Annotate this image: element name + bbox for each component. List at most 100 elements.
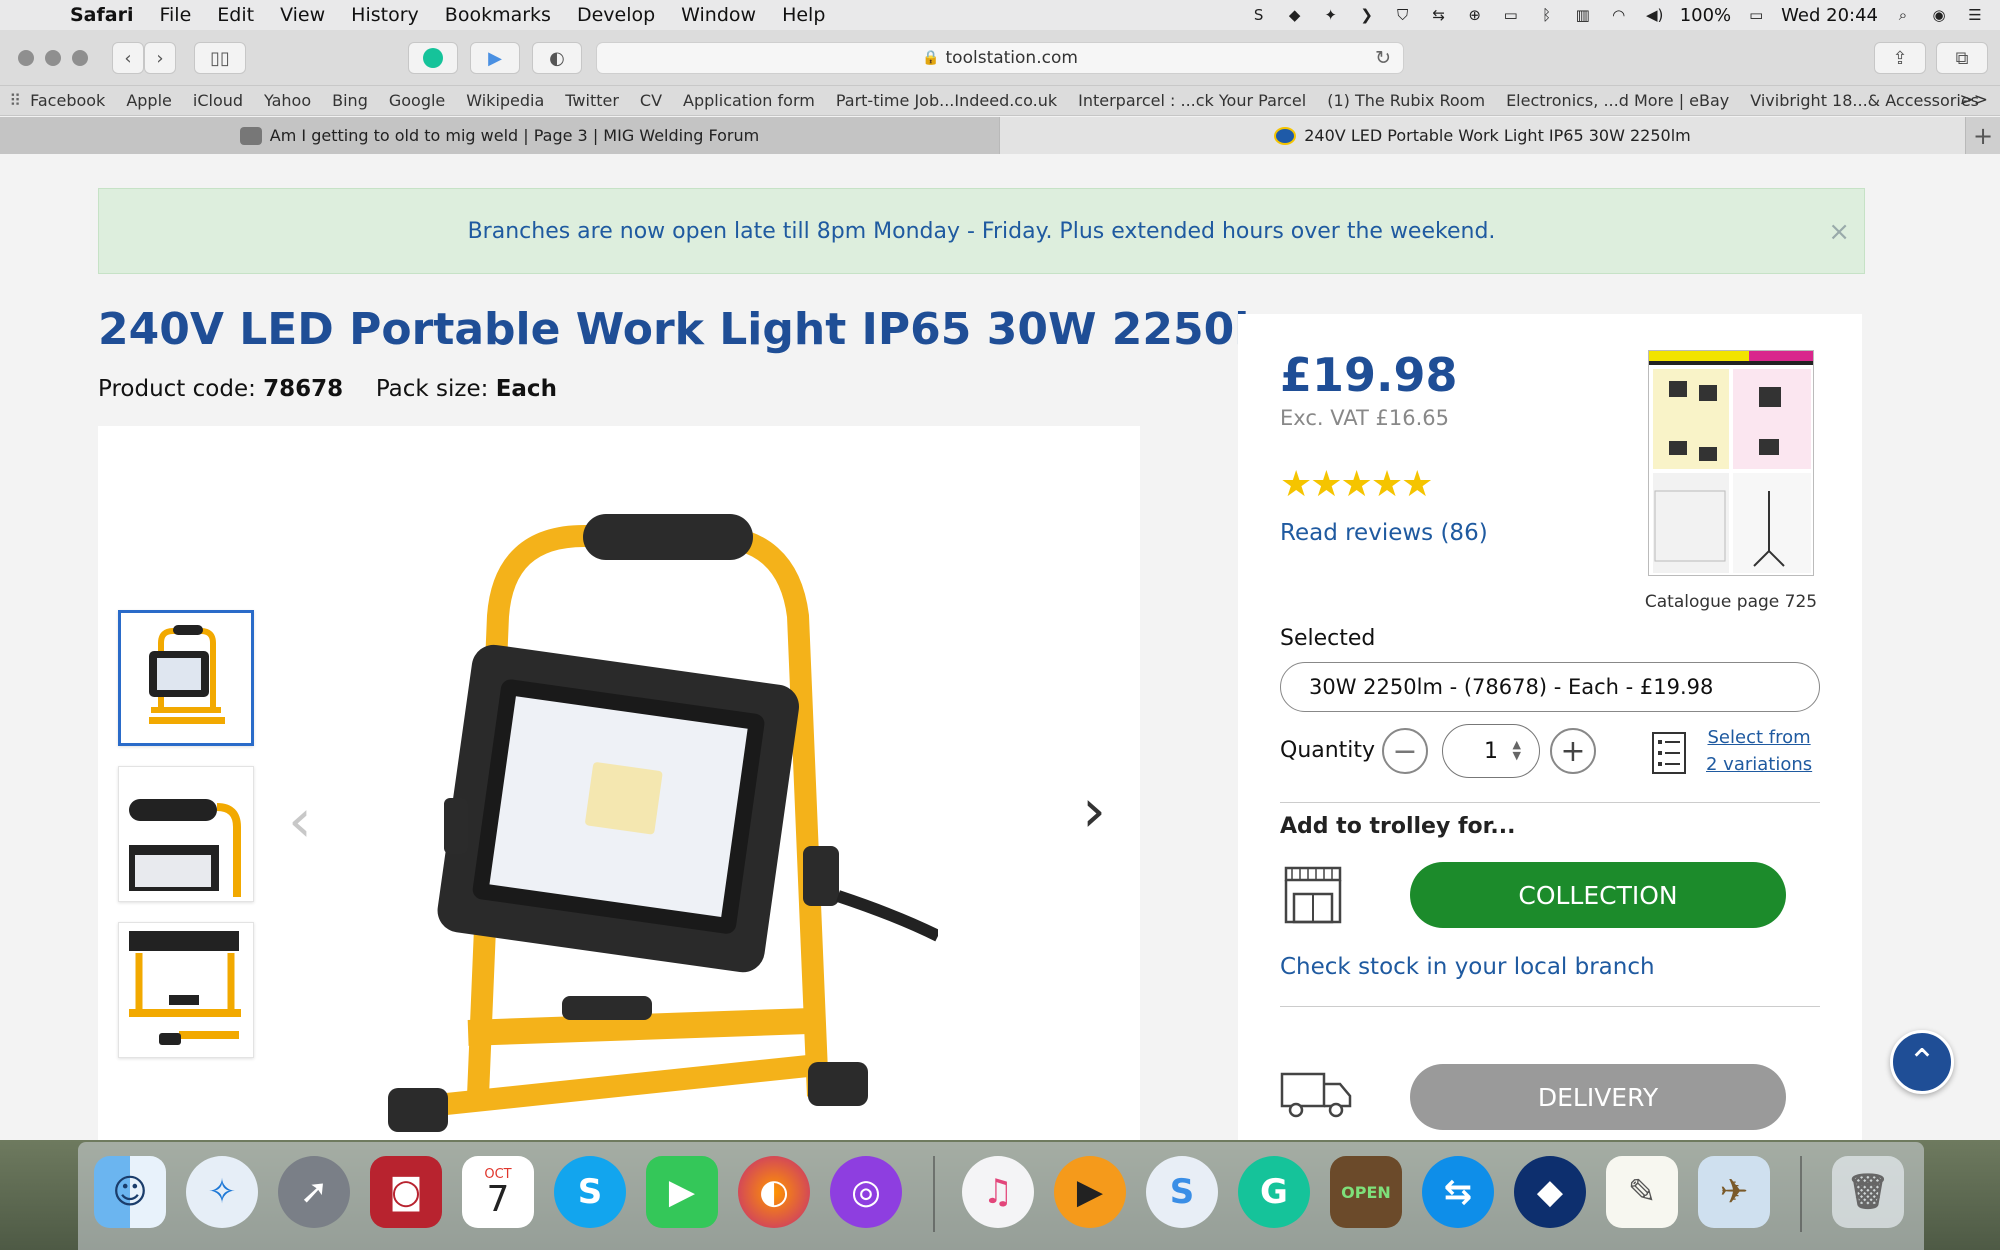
infuse-icon[interactable]: ▶ [1054, 1156, 1126, 1228]
tab-overview-icon[interactable]: ⧉ [1936, 42, 1988, 74]
tab-mig-welding-forum[interactable]: Am I getting to old to mig weld | Page 3… [0, 117, 1000, 154]
bluetooth-icon[interactable]: ᛒ [1536, 5, 1558, 25]
menu-edit[interactable]: Edit [217, 4, 254, 26]
finder-icon[interactable]: ☺ [94, 1156, 166, 1228]
menu-develop[interactable]: Develop [577, 4, 655, 26]
menu-file[interactable]: File [159, 4, 191, 26]
skype-status-icon[interactable]: S [1248, 5, 1270, 25]
bookmark-vivibright[interactable]: Vivibright 18...& Accessories [1750, 91, 1979, 110]
calendar-icon[interactable]: OCT 7 [462, 1156, 534, 1228]
launchpad-icon[interactable]: ➚ [278, 1156, 350, 1228]
simplenote-icon[interactable]: S [1146, 1156, 1218, 1228]
wifi-icon[interactable]: ◠ [1608, 5, 1630, 25]
spinner-arrows-icon[interactable]: ▲ ▼ [1513, 739, 1521, 761]
bookmark-interparcel[interactable]: Interparcel : ...ck Your Parcel [1078, 91, 1306, 110]
grammarly-extension-icon[interactable] [408, 42, 458, 74]
open-sign-icon[interactable]: OPEN [1330, 1156, 1402, 1228]
bookmarks-overflow-button[interactable]: >> [1960, 90, 1989, 110]
bookmark-rubix-room[interactable]: (1) The Rubix Room [1327, 91, 1485, 110]
menu-help[interactable]: Help [782, 4, 825, 26]
trash-icon[interactable]: 🗑 [1832, 1156, 1904, 1228]
check-stock-link[interactable]: Check stock in your local branch [1280, 954, 1655, 980]
forward-button[interactable]: › [144, 42, 176, 74]
product-main-image [388, 514, 938, 1132]
airplay-icon[interactable]: ▭ [1500, 5, 1522, 25]
menu-window[interactable]: Window [681, 4, 756, 26]
drive-status-icon[interactable]: ✦ [1320, 5, 1342, 25]
teamviewer-status-icon[interactable]: ⇆ [1428, 5, 1450, 25]
bookmark-google[interactable]: Google [389, 91, 445, 110]
sidebar-toggle-icon[interactable]: ▯▯ [194, 42, 246, 74]
gallery-thumbnail-2[interactable] [118, 766, 254, 902]
menu-history[interactable]: History [351, 4, 419, 26]
window-zoom-button[interactable] [72, 50, 88, 66]
window-minimize-button[interactable] [45, 50, 61, 66]
scroll-to-top-button[interactable]: ⌃ [1890, 1030, 1954, 1094]
bookmark-bing[interactable]: Bing [332, 91, 368, 110]
textedit-icon[interactable]: ✎ [1606, 1156, 1678, 1228]
siri-icon[interactable]: ◉ [1928, 5, 1950, 25]
bookmark-ebay[interactable]: Electronics, ...d More | eBay [1506, 91, 1729, 110]
bookmark-facebook[interactable]: Facebook [30, 91, 105, 110]
new-tab-button[interactable]: + [1966, 117, 2000, 154]
selected-label: Selected [1280, 626, 1376, 651]
bookmark-indeed[interactable]: Part-time Job...Indeed.co.uk [836, 91, 1057, 110]
reload-icon[interactable]: ↻ [1375, 47, 1391, 69]
bookmark-cv[interactable]: CV [640, 91, 662, 110]
teamviewer-icon[interactable]: ⇆ [1422, 1156, 1494, 1228]
arrow-status-icon[interactable]: ❯ [1356, 5, 1378, 25]
dock-separator [933, 1156, 935, 1232]
variant-select[interactable]: 30W 2250lm - (78678) - Each - £19.98 [1280, 662, 1820, 712]
delivery-button[interactable]: DELIVERY [1410, 1064, 1786, 1130]
memory-icon[interactable]: ▥ [1572, 5, 1594, 25]
bookmark-wikipedia[interactable]: Wikipedia [466, 91, 544, 110]
catalogue-page-thumbnail[interactable] [1648, 350, 1814, 576]
tab-toolstation-work-light[interactable]: 240V LED Portable Work Light IP65 30W 22… [1000, 117, 1966, 154]
grammarly-icon[interactable]: G [1238, 1156, 1310, 1228]
read-reviews-link[interactable]: Read reviews (86) [1280, 520, 1488, 546]
battery-icon[interactable]: ▭ [1745, 5, 1767, 25]
firefox-icon[interactable]: ◐ [738, 1156, 810, 1228]
select-variations-link[interactable]: Select from 2 variations [1706, 724, 1812, 778]
gallery-thumbnail-1[interactable] [118, 610, 254, 746]
quantity-decrease-button[interactable]: − [1382, 728, 1428, 774]
video-extension-icon[interactable]: ▶ [470, 42, 520, 74]
volume-icon[interactable]: ◀) [1644, 5, 1666, 25]
menu-bookmarks[interactable]: Bookmarks [445, 4, 551, 26]
podcasts-icon[interactable]: ◎ [830, 1156, 902, 1228]
quantity-increase-button[interactable]: + [1550, 728, 1596, 774]
safari-icon[interactable]: ✧ [186, 1156, 258, 1228]
menu-view[interactable]: View [280, 4, 325, 26]
photo-booth-icon[interactable]: ◙ [370, 1156, 442, 1228]
window-close-button[interactable] [18, 50, 34, 66]
banner-close-icon[interactable]: × [1828, 217, 1850, 247]
privacy-shield-icon[interactable]: ◐ [532, 42, 582, 74]
share-icon[interactable]: ⇪ [1874, 42, 1926, 74]
notification-center-icon[interactable]: ☰ [1964, 5, 1986, 25]
top-sites-grid-icon[interactable]: ⠿ [0, 91, 30, 110]
bookmark-yahoo[interactable]: Yahoo [264, 91, 311, 110]
accessibility-icon[interactable]: ⊕ [1464, 5, 1486, 25]
bookmark-icloud[interactable]: iCloud [193, 91, 243, 110]
itunes-icon[interactable]: ♫ [962, 1156, 1034, 1228]
gallery-next-arrow-icon[interactable]: › [1082, 776, 1106, 846]
vpn-shield-icon[interactable]: ⛉ [1392, 5, 1414, 25]
clock[interactable]: Wed 20:44 [1781, 5, 1878, 26]
collection-button[interactable]: COLLECTION [1410, 862, 1786, 928]
address-bar[interactable]: 🔒 toolstation.com ↻ [596, 42, 1404, 74]
preview-icon[interactable]: ✈ [1698, 1156, 1770, 1228]
bookmark-twitter[interactable]: Twitter [565, 91, 619, 110]
variations-list-icon[interactable] [1652, 732, 1686, 774]
bookmark-application-form[interactable]: Application form [683, 91, 815, 110]
quantity-stepper[interactable]: 1 ▲ ▼ [1442, 724, 1540, 778]
back-button[interactable]: ‹ [112, 42, 144, 74]
gallery-thumbnail-3[interactable] [118, 922, 254, 1058]
bookmark-apple[interactable]: Apple [126, 91, 172, 110]
spotlight-search-icon[interactable]: ⌕ [1892, 5, 1914, 25]
menu-app-safari[interactable]: Safari [70, 4, 133, 26]
skype-icon[interactable]: S [554, 1156, 626, 1228]
dropbox-icon[interactable]: ◆ [1514, 1156, 1586, 1228]
gallery-previous-arrow-icon[interactable]: ‹ [288, 786, 312, 856]
dropbox-status-icon[interactable]: ◆ [1284, 5, 1306, 25]
facetime-icon[interactable]: ▶ [646, 1156, 718, 1228]
